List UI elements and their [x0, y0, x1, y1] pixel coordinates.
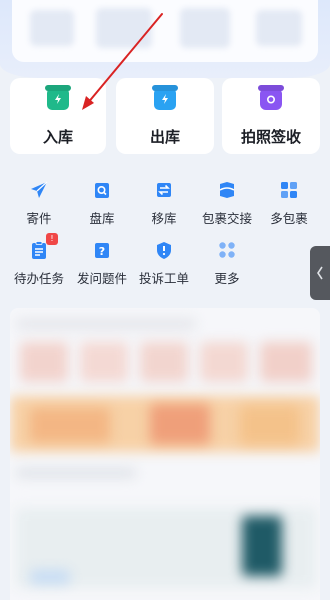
header-card [12, 0, 318, 62]
inbox-out-icon [154, 88, 176, 110]
multi-package-icon [279, 180, 299, 200]
problem-package-icon: ? [92, 240, 112, 260]
blurred-content-panel [10, 308, 320, 600]
grid-label: 投诉工单 [138, 271, 189, 286]
grid-label: 移库 [151, 211, 177, 226]
grid-label: 盘库 [89, 211, 115, 226]
photo-sign-button[interactable]: 拍照签收 [222, 78, 320, 154]
grid-label: 待办任务 [13, 271, 64, 286]
header-banner [0, 0, 330, 78]
side-drawer-handle[interactable] [310, 246, 330, 300]
grid-label: 寄件 [26, 211, 52, 226]
grid-label: 发问题件 [76, 271, 127, 286]
inbox-in-icon [47, 88, 69, 110]
inbound-label: 入库 [42, 128, 73, 146]
grid-item-todo[interactable]: ! 待办任务 [8, 233, 70, 288]
grid-item-transfer[interactable]: 移库 [133, 176, 195, 228]
grid-item-multi-package[interactable]: 多包裹 [258, 176, 320, 228]
camera-icon [260, 88, 282, 110]
grid-item-inventory[interactable]: 盘库 [71, 176, 133, 228]
outbound-label: 出库 [149, 128, 180, 146]
grid-label: 多包裹 [270, 211, 308, 226]
inventory-check-icon [92, 180, 112, 200]
handover-icon [217, 180, 237, 200]
grid-label: 包裹交接 [201, 211, 252, 226]
chevron-left-icon [317, 266, 323, 280]
grid-label: 更多 [214, 271, 240, 286]
photo-sign-label: 拍照签收 [240, 128, 301, 146]
outbound-button[interactable]: 出库 [116, 78, 214, 154]
grid-item-complaint[interactable]: 投诉工单 [133, 236, 195, 288]
todo-icon: ! [29, 233, 58, 260]
transfer-icon [154, 180, 174, 200]
complaint-icon [154, 240, 174, 260]
grid-item-problem[interactable]: ? 发问题件 [71, 236, 133, 288]
send-icon [29, 180, 49, 200]
grid-item-send[interactable]: 寄件 [8, 176, 70, 228]
inbound-button[interactable]: 入库 [10, 78, 106, 154]
svg-text:?: ? [99, 245, 105, 258]
todo-badge: ! [46, 233, 58, 245]
more-icon [217, 240, 237, 260]
grid-item-more[interactable]: 更多 [196, 236, 258, 288]
grid-item-handover[interactable]: 包裹交接 [196, 176, 258, 228]
